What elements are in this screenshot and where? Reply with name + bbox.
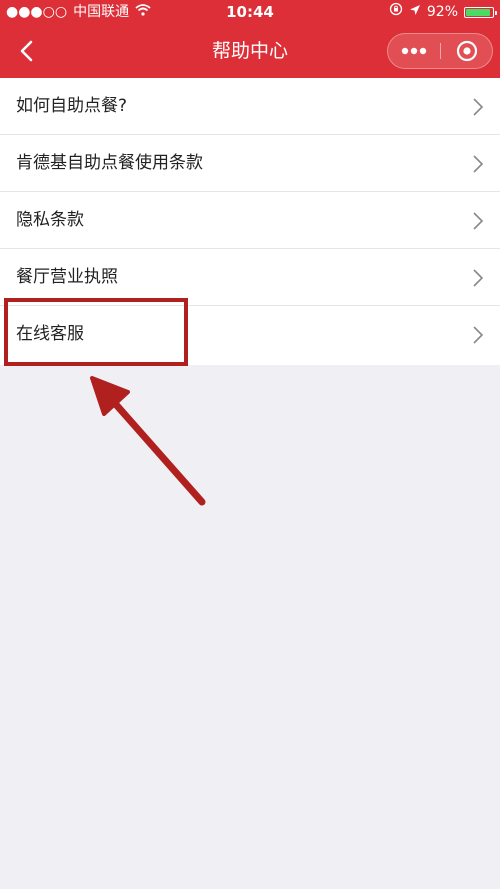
battery-icon <box>464 6 497 18</box>
chevron-right-icon <box>473 269 484 287</box>
menu-item-privacy[interactable]: 隐私条款 <box>0 192 500 249</box>
mini-program-capsule <box>387 33 493 69</box>
chevron-right-icon <box>473 98 484 116</box>
more-dots-icon <box>401 47 427 55</box>
location-icon <box>409 0 421 24</box>
chevron-right-icon <box>473 326 484 344</box>
battery-fill <box>466 8 490 16</box>
chevron-left-icon <box>20 40 33 62</box>
menu-item-terms-of-use[interactable]: 肯德基自助点餐使用条款 <box>0 135 500 192</box>
menu-item-self-ordering-howto[interactable]: 如何自助点餐? <box>0 78 500 135</box>
menu-item-label: 隐私条款 <box>16 210 84 230</box>
status-right: 92% <box>389 0 497 24</box>
battery-cap <box>495 10 497 15</box>
target-close-icon <box>456 40 477 62</box>
chevron-right-icon <box>473 212 484 230</box>
chevron-right-icon <box>473 155 484 173</box>
status-bar: ●●●○○ 中国联通 10:44 92% <box>0 0 500 24</box>
more-button[interactable] <box>388 34 440 68</box>
back-button[interactable] <box>8 32 44 70</box>
nav-bar: 帮助中心 <box>0 24 500 78</box>
help-center-screen: ●●●○○ 中国联通 10:44 92% 帮助中心 如何自助点餐? 肯德基自助点… <box>0 0 500 889</box>
menu-item-label: 肯德基自助点餐使用条款 <box>16 153 203 173</box>
orientation-lock-icon <box>389 0 403 24</box>
header: ●●●○○ 中国联通 10:44 92% 帮助中心 <box>0 0 500 78</box>
annotation-highlight-box <box>4 298 188 366</box>
battery-percent: 92% <box>426 4 458 20</box>
close-mini-program-button[interactable] <box>441 34 492 68</box>
menu-item-label: 如何自助点餐? <box>16 96 128 116</box>
